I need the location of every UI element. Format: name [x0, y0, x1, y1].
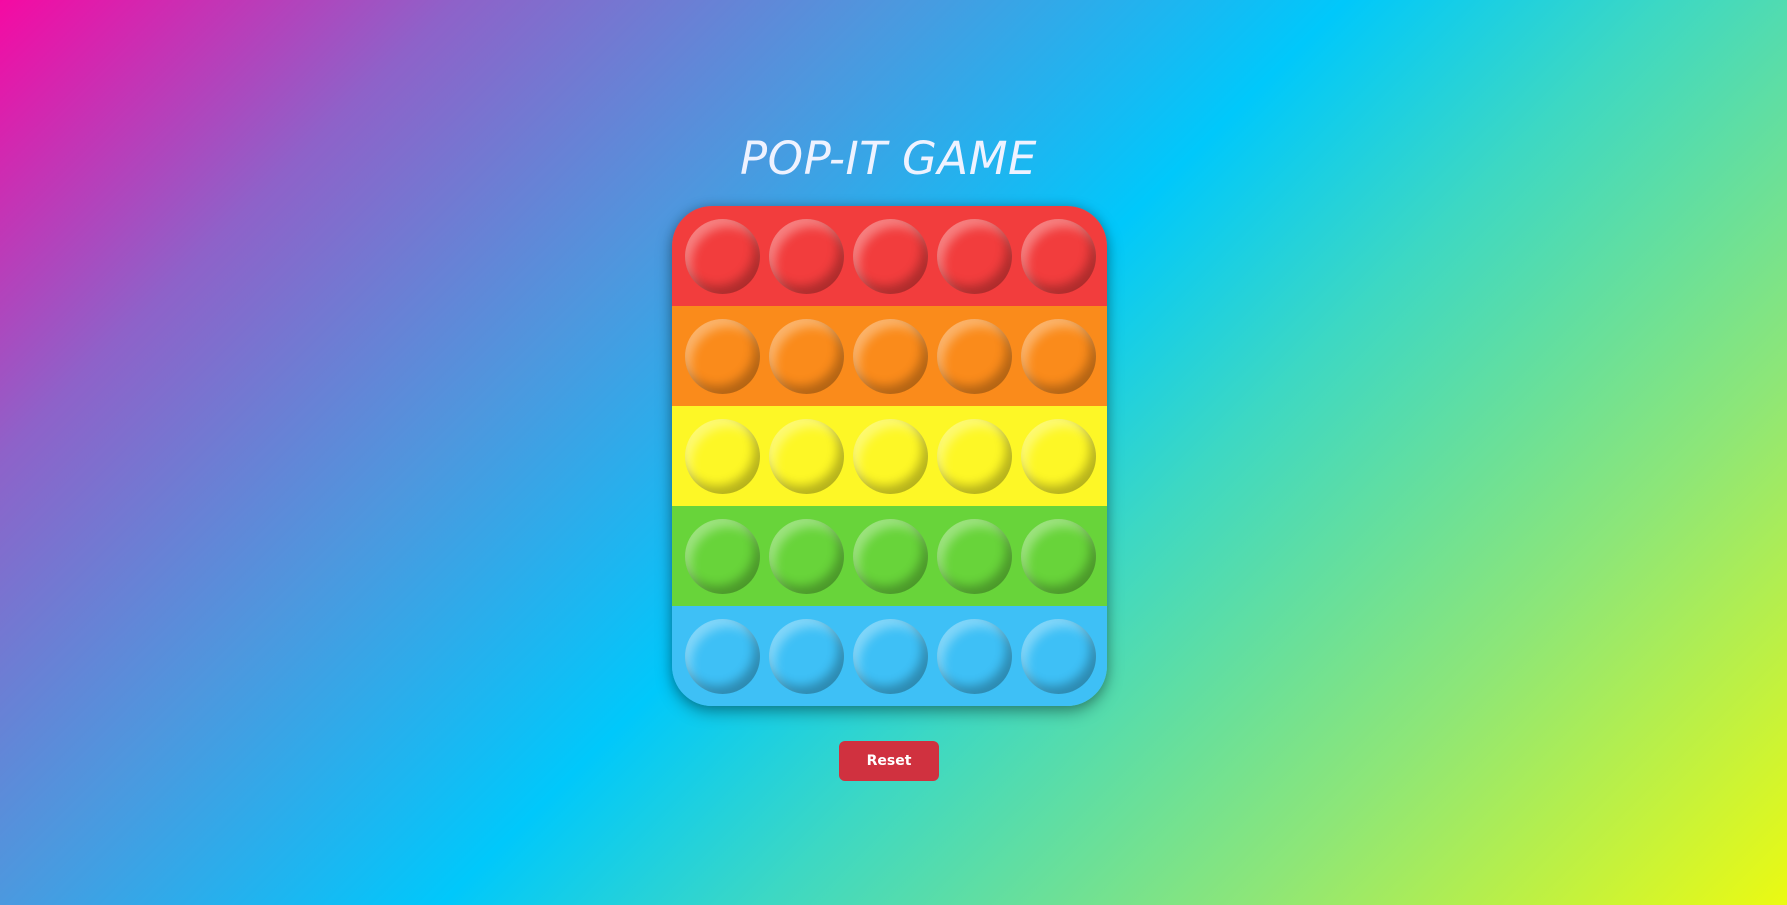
pop-bubble[interactable] [937, 218, 1012, 294]
pop-bubble[interactable] [1021, 418, 1096, 494]
pop-bubble[interactable] [769, 618, 844, 694]
pop-it-board [672, 206, 1107, 706]
pop-bubble[interactable] [937, 418, 1012, 494]
pop-bubble[interactable] [853, 218, 928, 294]
reset-button[interactable]: Reset [839, 741, 939, 781]
pop-bubble[interactable] [1021, 318, 1096, 394]
pop-bubble[interactable] [769, 218, 844, 294]
bubble-row-blue [672, 606, 1107, 706]
pop-bubble[interactable] [769, 518, 844, 594]
pop-bubble[interactable] [1021, 218, 1096, 294]
pop-bubble[interactable] [937, 318, 1012, 394]
pop-bubble[interactable] [1021, 518, 1096, 594]
pop-bubble[interactable] [853, 318, 928, 394]
game-title: POP-IT GAME [740, 132, 1037, 185]
pop-bubble[interactable] [853, 518, 928, 594]
pop-bubble[interactable] [1021, 618, 1096, 694]
pop-bubble[interactable] [685, 418, 760, 494]
pop-bubble[interactable] [853, 618, 928, 694]
pop-bubble[interactable] [937, 618, 1012, 694]
pop-bubble[interactable] [769, 418, 844, 494]
pop-bubble[interactable] [685, 618, 760, 694]
pop-bubble[interactable] [685, 218, 760, 294]
pop-bubble[interactable] [853, 418, 928, 494]
pop-bubble[interactable] [937, 518, 1012, 594]
pop-bubble[interactable] [685, 518, 760, 594]
pop-bubble[interactable] [769, 318, 844, 394]
bubble-row-orange [672, 306, 1107, 406]
pop-bubble[interactable] [685, 318, 760, 394]
bubble-row-green [672, 506, 1107, 606]
bubble-row-red [672, 206, 1107, 306]
bubble-row-yellow [672, 406, 1107, 506]
